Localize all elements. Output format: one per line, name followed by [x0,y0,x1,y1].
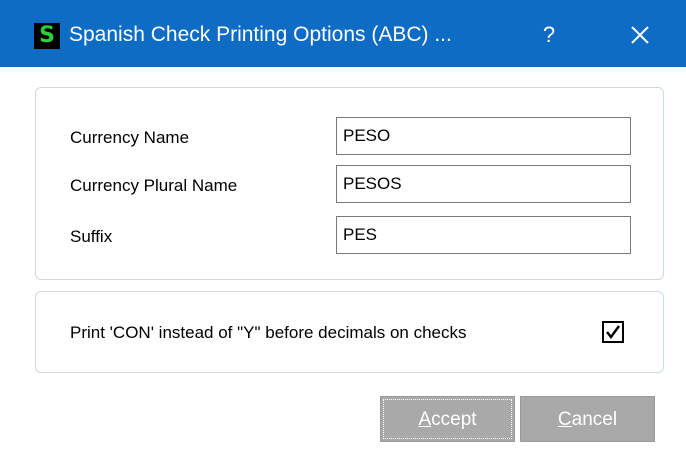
dialog-window: S Spanish Check Printing Options (ABC) .… [0,0,686,455]
cancel-label-rest: ancel [571,409,618,430]
help-button[interactable]: ? [531,17,567,53]
print-con-checkbox[interactable] [602,321,624,343]
suffix-label: Suffix [70,227,113,246]
currency-plural-input[interactable] [336,165,631,203]
accept-button[interactable]: Accept [380,396,515,442]
close-button[interactable] [620,15,660,55]
accept-label-rest: ccept [431,409,477,430]
close-icon [631,26,649,44]
print-con-label: Print 'CON' instead of "Y" before decima… [70,323,467,342]
currency-plural-label: Currency Plural Name [70,176,238,195]
currency-name-label: Currency Name [70,128,190,147]
title-bar[interactable]: S Spanish Check Printing Options (ABC) .… [0,0,686,67]
checkmark-icon [606,325,620,339]
suffix-input[interactable] [336,216,631,254]
accept-mnemonic: A [418,409,432,430]
app-logo-letter: S [39,23,55,48]
cancel-button[interactable]: Cancel [520,396,655,442]
cancel-mnemonic: C [557,409,572,430]
window-title: Spanish Check Printing Options (ABC) ... [69,23,452,46]
app-logo-icon: S [34,23,60,49]
currency-name-input[interactable] [336,117,631,155]
